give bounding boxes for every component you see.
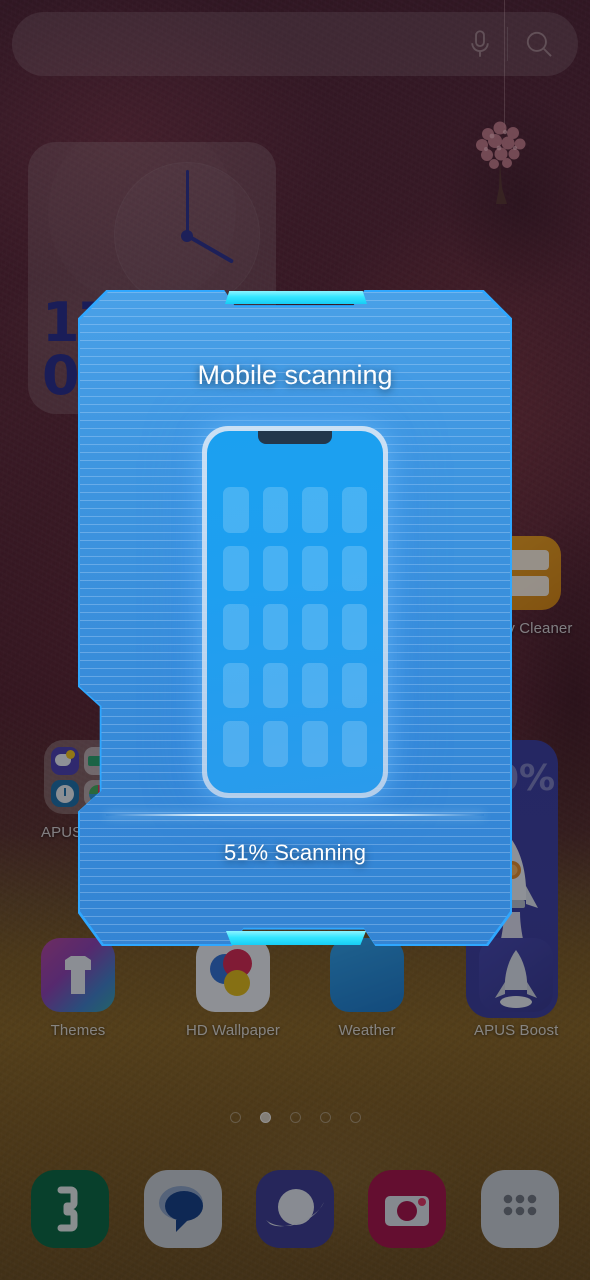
dialog-title: Mobile scanning [197,360,393,390]
phone-app-tile [302,662,328,709]
phone-app-tile [341,604,367,650]
mobile-scanning-dialog: Mobile scanning 51% Scanning [78,290,512,946]
phone-app-tile [341,487,367,533]
phone-app-tile [302,721,328,767]
phone-app-grid [223,487,367,767]
phone-illustration [202,426,388,798]
panel-top-notch [225,291,367,304]
panel-bottom-notch [226,931,366,945]
scan-sweep-line [106,814,484,816]
phone-app-tile [223,662,249,709]
phone-app-tile [262,487,288,533]
phone-app-tile [223,487,249,533]
phone-app-tile [341,545,367,592]
phone-app-tile [262,662,288,709]
phone-app-tile [302,604,328,650]
scan-status-text: 51% Scanning [224,840,366,865]
phone-app-tile [341,662,367,709]
phone-app-tile [223,545,249,592]
phone-app-tile [262,604,288,650]
phone-app-tile [262,545,288,592]
phone-app-tile [223,604,249,650]
phone-app-tile [302,487,328,533]
phone-app-tile [223,721,249,767]
phone-notch-icon [258,431,332,444]
phone-app-tile [341,721,367,767]
phone-screen [207,431,383,793]
phone-app-tile [262,721,288,767]
phone-app-tile [302,545,328,592]
home-screen: 17 00 Clock Storage Notify Cleaner [0,0,590,1280]
